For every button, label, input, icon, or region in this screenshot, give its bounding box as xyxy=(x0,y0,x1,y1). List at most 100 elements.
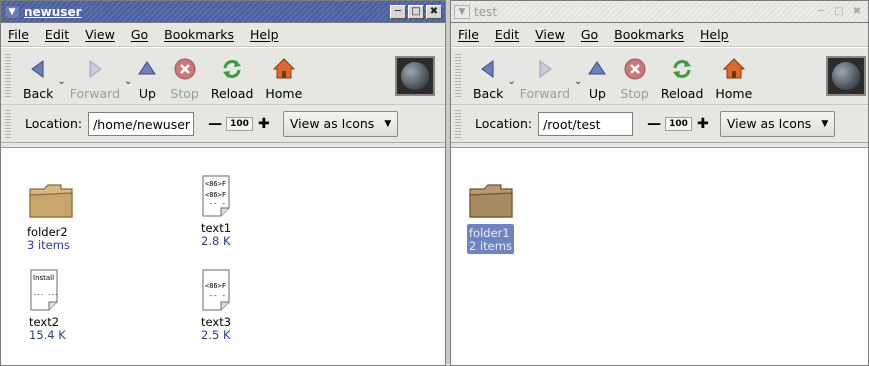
up-label: Up xyxy=(138,86,156,101)
maximize-button[interactable]: □ xyxy=(831,5,847,19)
stop-label: Stop xyxy=(170,86,199,101)
forward-button[interactable]: Forward xyxy=(64,51,126,101)
location-input[interactable]: /home/newuser xyxy=(88,111,195,136)
location-bar-grip[interactable] xyxy=(5,109,11,138)
file-item-text1[interactable]: <86>F <86>F -- - text1 2.8 K xyxy=(201,172,231,248)
home-button[interactable]: Home xyxy=(259,51,308,101)
zoom-control: — 100 ✚ xyxy=(647,116,710,132)
text-file-icon: <86>F -- - xyxy=(201,266,231,314)
stop-button[interactable]: Stop xyxy=(614,51,654,101)
title-bar[interactable]: ▼ test ─ □ ✖ xyxy=(451,1,868,23)
forward-label: Forward xyxy=(69,86,121,101)
back-button[interactable]: Back xyxy=(17,51,59,101)
toolbar-grip[interactable] xyxy=(455,54,461,98)
file-info: 3 items xyxy=(27,238,70,252)
menu-help[interactable]: Help xyxy=(250,27,279,42)
file-item-text3[interactable]: <86>F -- - text3 2.5 K xyxy=(201,266,231,342)
location-input[interactable]: /root/test xyxy=(538,111,634,136)
forward-arrow-icon xyxy=(534,56,556,82)
up-label: Up xyxy=(588,86,606,101)
forward-label: Forward xyxy=(519,86,571,101)
menu-bookmarks[interactable]: Bookmarks xyxy=(614,27,684,42)
reload-label: Reload xyxy=(660,86,704,101)
text-file-icon: <86>F <86>F -- - xyxy=(201,172,231,220)
reload-label: Reload xyxy=(210,86,254,101)
location-bar: Location: /root/test — 100 ✚ View as Ico… xyxy=(451,105,868,143)
toolbar: Back ⌄ Forward ⌄ Up Stop Reload Home xyxy=(1,47,445,105)
up-button[interactable]: Up xyxy=(580,51,614,101)
back-arrow-icon xyxy=(477,56,499,82)
file-manager-window-newuser: ▼ newuser ─ □ ✖ File Edit View Go Bookma… xyxy=(0,0,446,366)
window-menu-icon[interactable]: ▼ xyxy=(454,4,470,19)
home-icon xyxy=(272,56,296,82)
file-view[interactable]: folder1 2 items xyxy=(451,147,868,365)
location-label: Location: xyxy=(25,116,83,131)
file-item-folder2[interactable]: folder2 3 items xyxy=(27,176,75,252)
title-bar[interactable]: ▼ newuser ─ □ ✖ xyxy=(1,1,445,23)
zoom-out-button[interactable]: — xyxy=(208,116,222,132)
home-icon xyxy=(722,56,746,82)
up-arrow-icon xyxy=(586,56,608,82)
menu-go[interactable]: Go xyxy=(131,27,148,42)
back-arrow-icon xyxy=(27,56,49,82)
text3-preview-line2: -- - xyxy=(209,292,226,300)
menu-view[interactable]: View xyxy=(85,27,115,42)
reload-icon xyxy=(220,56,244,82)
location-bar: Location: /home/newuser — 100 ✚ View as … xyxy=(1,105,445,143)
file-view[interactable]: folder2 3 items <86>F <86>F -- - text1 2.8… xyxy=(1,147,445,365)
folder-icon xyxy=(467,176,515,224)
file-info: 2.5 K xyxy=(201,328,231,342)
zoom-in-button[interactable]: ✚ xyxy=(257,116,271,132)
view-as-select[interactable]: View as Icons ▼ xyxy=(719,110,836,137)
view-as-label: View as Icons xyxy=(726,116,812,131)
toolbar: Back ⌄ Forward ⌄ Up Stop Reload Home xyxy=(451,47,868,105)
text2-preview-line1: Install xyxy=(33,274,54,282)
home-label: Home xyxy=(265,86,303,101)
toolbar-grip[interactable] xyxy=(5,54,11,98)
file-item-folder1[interactable]: folder1 2 items xyxy=(467,176,515,254)
location-bar-grip[interactable] xyxy=(455,109,461,138)
minimize-button[interactable]: ─ xyxy=(390,4,406,19)
stop-label: Stop xyxy=(620,86,649,101)
close-button[interactable]: ✖ xyxy=(426,4,442,19)
zoom-in-button[interactable]: ✚ xyxy=(696,116,710,132)
file-manager-window-test: ▼ test ─ □ ✖ File Edit View Go Bookmarks… xyxy=(450,0,869,366)
minimize-button[interactable]: ─ xyxy=(813,5,829,19)
menu-file[interactable]: File xyxy=(458,27,479,42)
back-label: Back xyxy=(23,86,54,101)
menu-edit[interactable]: Edit xyxy=(45,27,69,42)
menu-view[interactable]: View xyxy=(535,27,565,42)
file-info: 15.4 K xyxy=(29,328,66,342)
zoom-out-button[interactable]: — xyxy=(647,116,661,132)
menu-bar: File Edit View Go Bookmarks Help xyxy=(1,23,445,47)
maximize-button[interactable]: □ xyxy=(408,4,424,19)
back-button[interactable]: Back xyxy=(467,51,509,101)
text2-preview-line2: --- --- xyxy=(33,291,58,298)
stop-button[interactable]: Stop xyxy=(164,51,204,101)
view-as-select[interactable]: View as Icons ▼ xyxy=(282,110,399,137)
zoom-control: — 100 ✚ xyxy=(208,116,271,132)
text1-preview-line3: -- - xyxy=(209,200,226,208)
menu-file[interactable]: File xyxy=(8,27,29,42)
window-menu-icon[interactable]: ▼ xyxy=(4,4,20,19)
up-button[interactable]: Up xyxy=(130,51,164,101)
window-title: newuser xyxy=(24,4,82,19)
text3-preview-line1: <86>F xyxy=(205,282,226,290)
close-button[interactable]: ✖ xyxy=(849,5,865,19)
zoom-level[interactable]: 100 xyxy=(226,116,253,131)
forward-button[interactable]: Forward xyxy=(514,51,576,101)
reload-button[interactable]: Reload xyxy=(205,51,260,101)
zoom-level[interactable]: 100 xyxy=(665,116,692,131)
activity-throbber-icon xyxy=(826,56,866,96)
menu-edit[interactable]: Edit xyxy=(495,27,519,42)
menu-bar: File Edit View Go Bookmarks Help xyxy=(451,23,868,47)
view-as-label: View as Icons xyxy=(289,116,375,131)
file-item-text2[interactable]: Install --- --- text2 15.4 K xyxy=(29,266,66,342)
stop-icon xyxy=(173,56,197,82)
home-button[interactable]: Home xyxy=(709,51,758,101)
reload-button[interactable]: Reload xyxy=(655,51,710,101)
menu-help[interactable]: Help xyxy=(700,27,729,42)
menu-bookmarks[interactable]: Bookmarks xyxy=(164,27,234,42)
menu-go[interactable]: Go xyxy=(581,27,598,42)
file-info: 2 items xyxy=(469,239,512,253)
